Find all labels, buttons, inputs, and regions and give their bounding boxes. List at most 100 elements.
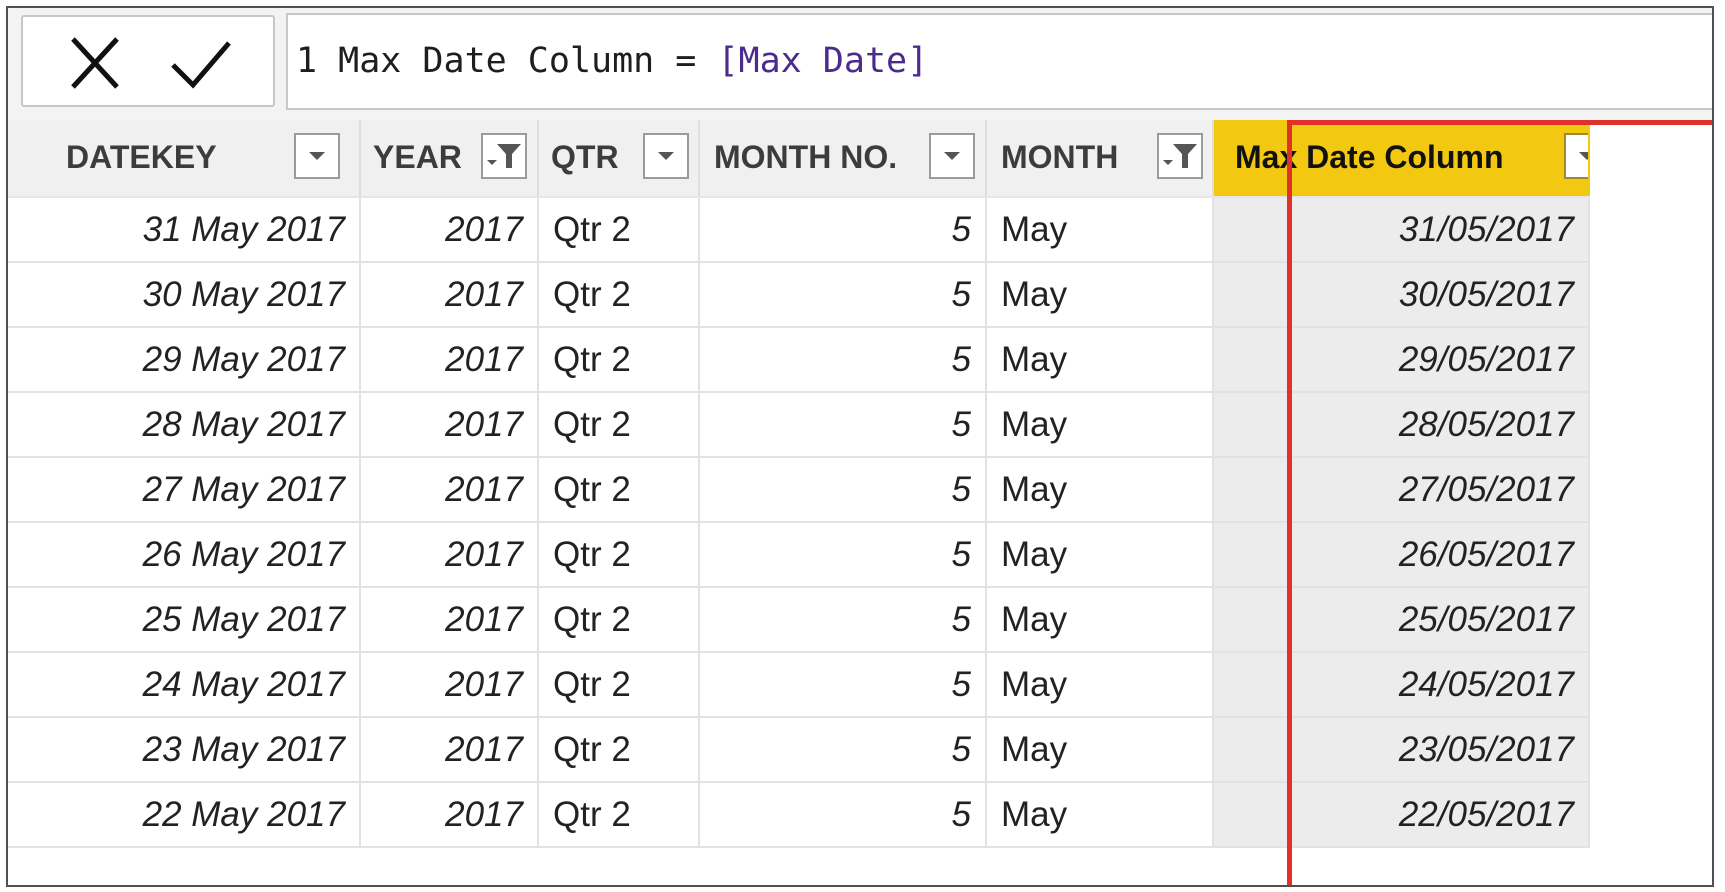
- cell-datekey[interactable]: 24 May 2017: [8, 652, 361, 718]
- table-row[interactable]: 24 May 2017 2017 Qtr 2 5 May 24/05/2017: [8, 652, 1590, 718]
- table-row[interactable]: 29 May 2017 2017 Qtr 2 5 May 29/05/2017: [8, 327, 1590, 393]
- filter-icon: [1163, 144, 1197, 168]
- cell-year[interactable]: 2017: [360, 782, 539, 848]
- cell-month[interactable]: May: [986, 327, 1214, 393]
- cell-month-no[interactable]: 5: [699, 587, 987, 653]
- cell-datekey[interactable]: 29 May 2017: [8, 327, 361, 393]
- cell-max-date[interactable]: 29/05/2017: [1213, 327, 1590, 393]
- cell-qtr[interactable]: Qtr 2: [538, 327, 700, 393]
- column-dropdown-button[interactable]: [929, 133, 975, 179]
- table-row[interactable]: 25 May 2017 2017 Qtr 2 5 May 25/05/2017: [8, 587, 1590, 653]
- cell-month-no[interactable]: 5: [699, 392, 987, 458]
- table-row[interactable]: 30 May 2017 2017 Qtr 2 5 May 30/05/2017: [8, 262, 1590, 328]
- cell-month[interactable]: May: [986, 197, 1214, 263]
- cell-datekey[interactable]: 23 May 2017: [8, 717, 361, 783]
- cell-month[interactable]: May: [986, 587, 1214, 653]
- cell-year[interactable]: 2017: [360, 392, 539, 458]
- formula-actions: [21, 15, 275, 107]
- cell-datekey[interactable]: 30 May 2017: [8, 262, 361, 328]
- cell-qtr[interactable]: Qtr 2: [538, 652, 700, 718]
- column-header-label: MONTH NO.: [714, 139, 898, 175]
- column-filter-button[interactable]: [481, 133, 527, 179]
- cell-year[interactable]: 2017: [360, 197, 539, 263]
- cancel-formula-button[interactable]: [63, 31, 127, 95]
- table-row[interactable]: 26 May 2017 2017 Qtr 2 5 May 26/05/2017: [8, 522, 1590, 588]
- cell-month-no[interactable]: 5: [699, 262, 987, 328]
- cell-qtr[interactable]: Qtr 2: [538, 197, 700, 263]
- data-table: DATEKEY YEAR QTR MONTH NO. MONTH Max Dat…: [8, 120, 1590, 848]
- cell-max-date[interactable]: 30/05/2017: [1213, 262, 1590, 328]
- cell-month[interactable]: May: [986, 717, 1214, 783]
- column-dropdown-button[interactable]: [1564, 133, 1587, 179]
- cell-datekey[interactable]: 26 May 2017: [8, 522, 361, 588]
- cell-qtr[interactable]: Qtr 2: [538, 262, 700, 328]
- cell-qtr[interactable]: Qtr 2: [538, 782, 700, 848]
- cell-month-no[interactable]: 5: [699, 717, 987, 783]
- cell-qtr[interactable]: Qtr 2: [538, 522, 700, 588]
- cell-month-no[interactable]: 5: [699, 327, 987, 393]
- column-header-month-no[interactable]: MONTH NO.: [699, 120, 987, 198]
- cell-max-date[interactable]: 25/05/2017: [1213, 587, 1590, 653]
- cell-max-date[interactable]: 22/05/2017: [1213, 782, 1590, 848]
- cell-year[interactable]: 2017: [360, 457, 539, 523]
- cell-year[interactable]: 2017: [360, 262, 539, 328]
- check-icon: [171, 41, 231, 89]
- cell-datekey[interactable]: 31 May 2017: [8, 197, 361, 263]
- formula-measure-reference: [Max Date]: [717, 41, 929, 81]
- cell-month-no[interactable]: 5: [699, 782, 987, 848]
- column-header-datekey[interactable]: DATEKEY: [8, 120, 361, 198]
- data-grid: DATEKEY YEAR QTR MONTH NO. MONTH Max Dat…: [8, 120, 1590, 848]
- header-row: DATEKEY YEAR QTR MONTH NO. MONTH Max Dat…: [8, 120, 1590, 198]
- column-header-label: DATEKEY: [66, 139, 217, 175]
- cell-year[interactable]: 2017: [360, 587, 539, 653]
- column-header-label: Max Date Column: [1235, 139, 1504, 175]
- column-dropdown-button[interactable]: [643, 133, 689, 179]
- column-header-max-date-column[interactable]: Max Date Column: [1213, 120, 1590, 198]
- cell-month[interactable]: May: [986, 262, 1214, 328]
- table-row[interactable]: 22 May 2017 2017 Qtr 2 5 May 22/05/2017: [8, 782, 1590, 848]
- cell-month-no[interactable]: 5: [699, 457, 987, 523]
- cell-qtr[interactable]: Qtr 2: [538, 717, 700, 783]
- cell-month[interactable]: May: [986, 522, 1214, 588]
- cell-month-no[interactable]: 5: [699, 522, 987, 588]
- cell-month[interactable]: May: [986, 782, 1214, 848]
- chevron-down-icon: [1579, 152, 1587, 160]
- cell-year[interactable]: 2017: [360, 522, 539, 588]
- column-header-label: MONTH: [1001, 139, 1119, 175]
- cell-year[interactable]: 2017: [360, 327, 539, 393]
- cell-qtr[interactable]: Qtr 2: [538, 457, 700, 523]
- cell-month-no[interactable]: 5: [699, 652, 987, 718]
- table-row[interactable]: 28 May 2017 2017 Qtr 2 5 May 28/05/2017: [8, 392, 1590, 458]
- cell-month[interactable]: May: [986, 652, 1214, 718]
- formula-bar: 1 Max Date Column = [Max Date]: [8, 8, 1712, 120]
- cell-max-date[interactable]: 31/05/2017: [1213, 197, 1590, 263]
- cell-max-date[interactable]: 23/05/2017: [1213, 717, 1590, 783]
- column-header-month[interactable]: MONTH: [986, 120, 1214, 198]
- column-filter-button[interactable]: [1157, 133, 1203, 179]
- commit-formula-button[interactable]: [169, 31, 233, 95]
- table-body: 31 May 2017 2017 Qtr 2 5 May 31/05/2017 30 May…: [8, 197, 1590, 848]
- cell-max-date[interactable]: 27/05/2017: [1213, 457, 1590, 523]
- cell-year[interactable]: 2017: [360, 717, 539, 783]
- cell-max-date[interactable]: 28/05/2017: [1213, 392, 1590, 458]
- cell-month[interactable]: May: [986, 392, 1214, 458]
- formula-input[interactable]: 1 Max Date Column = [Max Date]: [286, 13, 1712, 110]
- cell-datekey[interactable]: 28 May 2017: [8, 392, 361, 458]
- cell-datekey[interactable]: 25 May 2017: [8, 587, 361, 653]
- cell-qtr[interactable]: Qtr 2: [538, 392, 700, 458]
- cell-qtr[interactable]: Qtr 2: [538, 587, 700, 653]
- cell-month[interactable]: May: [986, 457, 1214, 523]
- cell-datekey[interactable]: 22 May 2017: [8, 782, 361, 848]
- table-row[interactable]: 27 May 2017 2017 Qtr 2 5 May 27/05/2017: [8, 457, 1590, 523]
- cell-month-no[interactable]: 5: [699, 197, 987, 263]
- column-dropdown-button[interactable]: [294, 133, 340, 179]
- column-header-qtr[interactable]: QTR: [538, 120, 700, 198]
- cell-year[interactable]: 2017: [360, 652, 539, 718]
- table-row[interactable]: 23 May 2017 2017 Qtr 2 5 May 23/05/2017: [8, 717, 1590, 783]
- cell-max-date[interactable]: 26/05/2017: [1213, 522, 1590, 588]
- table-row[interactable]: 31 May 2017 2017 Qtr 2 5 May 31/05/2017: [8, 197, 1590, 263]
- cell-datekey[interactable]: 27 May 2017: [8, 457, 361, 523]
- cell-max-date[interactable]: 24/05/2017: [1213, 652, 1590, 718]
- column-header-year[interactable]: YEAR: [360, 120, 539, 198]
- chevron-down-icon: [658, 152, 674, 160]
